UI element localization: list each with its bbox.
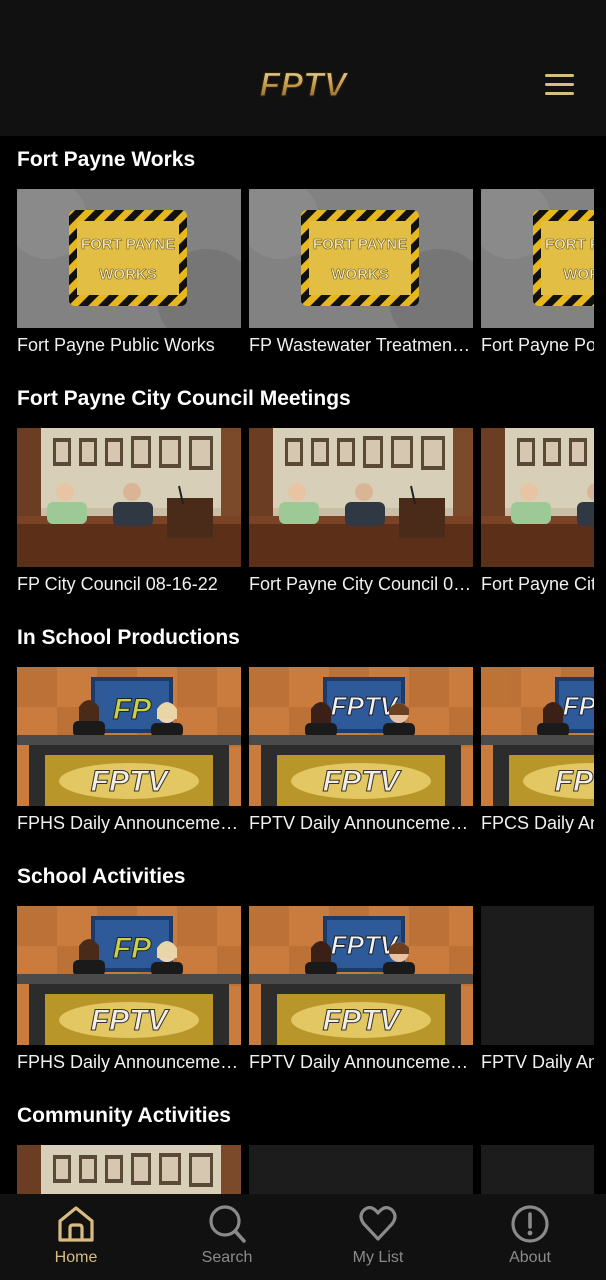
home-content[interactable]: Fort Payne Works FORT PAYNE WORKS Fort P… <box>0 136 606 1194</box>
svg-text:FPTV: FPTV <box>331 691 400 721</box>
video-card[interactable]: FPTV FPTV FPTV Daily Announcements <box>249 667 473 847</box>
video-title: FPTV Daily Announcements <box>249 813 473 833</box>
section-title: Community Activities <box>17 1104 231 1127</box>
section-row: School Activities FP FPTV FPHS Daily Ann… <box>0 853 606 1092</box>
video-title: Fort Payne City Council 08-02-22 <box>249 574 473 594</box>
video-carousel[interactable] <box>17 1145 594 1194</box>
tab-home[interactable]: Home <box>16 1194 136 1280</box>
svg-text:FPTV: FPTV <box>323 1004 403 1037</box>
svg-text:WORKS: WORKS <box>99 266 157 283</box>
video-carousel[interactable]: FP City Council 08-16-22 Fort Payne City… <box>17 428 594 608</box>
video-card[interactable]: FPTV FPTV FPTV Daily Announcements <box>249 906 473 1086</box>
video-card[interactable] <box>17 1145 241 1194</box>
video-thumbnail[interactable] <box>249 428 473 567</box>
video-card[interactable] <box>249 1145 473 1194</box>
svg-text:FPTV: FPTV <box>563 691 594 721</box>
video-title: FPTV Daily Announcements <box>249 1052 473 1072</box>
tab-search[interactable]: Search <box>167 1194 287 1280</box>
video-thumbnail[interactable] <box>17 428 241 567</box>
video-card[interactable]: FP City Council 08-16-22 <box>17 428 241 608</box>
video-title: FPCS Daily Announcements <box>481 813 594 833</box>
video-title: FPHS Daily Announcements <box>17 1052 241 1072</box>
info-icon <box>510 1204 550 1244</box>
video-card[interactable]: FORT PAYNE WORKS FP Wastewater Treatment… <box>249 189 473 369</box>
svg-text:FP: FP <box>113 693 152 726</box>
video-thumbnail[interactable]: FPTV FPTV <box>481 667 594 806</box>
video-card[interactable]: FORT PAYNE WORKS Fort Payne Police Depar… <box>481 189 594 369</box>
video-thumbnail[interactable]: FPTV FPTV <box>249 906 473 1045</box>
video-carousel[interactable]: FORT PAYNE WORKS Fort Payne Public Works… <box>17 189 594 369</box>
video-card[interactable]: FPTV FPTV FPCS Daily Announcements <box>481 667 594 847</box>
logo-text: FPTV <box>260 66 348 104</box>
app-header: FPTV <box>0 0 606 136</box>
search-icon <box>207 1204 247 1244</box>
video-carousel[interactable]: FP FPTV FPHS Daily Announcements FPTV FP… <box>17 667 594 847</box>
video-card[interactable] <box>481 1145 594 1194</box>
video-thumbnail[interactable] <box>481 428 594 567</box>
video-thumbnail[interactable] <box>481 906 594 1045</box>
svg-text:FPTV: FPTV <box>91 765 171 798</box>
video-thumbnail[interactable]: FORT PAYNE WORKS <box>481 189 594 328</box>
video-title: Fort Payne City Council <box>481 574 594 594</box>
svg-text:FP: FP <box>113 932 152 965</box>
video-card[interactable]: FP FPTV FPHS Daily Announcements <box>17 906 241 1086</box>
tab-about[interactable]: About <box>470 1194 590 1280</box>
heart-icon <box>358 1204 398 1244</box>
section-title: Fort Payne Works <box>17 148 196 171</box>
home-icon <box>56 1204 96 1244</box>
svg-text:WORKS: WORKS <box>563 266 594 283</box>
video-thumbnail[interactable] <box>17 1145 241 1194</box>
video-title: FP Wastewater Treatment Plant <box>249 335 473 355</box>
tab-about-label: About <box>509 1249 551 1266</box>
svg-text:FPTV: FPTV <box>331 930 400 960</box>
tab-my-list[interactable]: My List <box>318 1194 438 1280</box>
video-title: FP City Council 08-16-22 <box>17 574 218 594</box>
tab-search-label: Search <box>201 1249 253 1266</box>
svg-text:FPTV: FPTV <box>91 1004 171 1037</box>
section-title: Fort Payne City Council Meetings <box>17 387 351 410</box>
tab-home-label: Home <box>54 1249 98 1266</box>
svg-text:WORKS: WORKS <box>331 266 389 283</box>
svg-text:FORT PAYNE: FORT PAYNE <box>313 236 407 253</box>
svg-text:FPTV: FPTV <box>555 765 594 798</box>
tab-my-list-label: My List <box>352 1249 404 1266</box>
video-title: FPTV Daily Announcements <box>481 1052 594 1072</box>
video-thumbnail[interactable] <box>481 1145 594 1194</box>
video-card[interactable]: Fort Payne City Council 08-02-22 <box>249 428 473 608</box>
video-thumbnail[interactable]: FORT PAYNE WORKS <box>249 189 473 328</box>
section-row: Community Activities <box>0 1092 606 1194</box>
video-card[interactable]: FORT PAYNE WORKS Fort Payne Public Works <box>17 189 241 369</box>
video-title: Fort Payne Police Department <box>481 335 594 355</box>
video-carousel[interactable]: FP FPTV FPHS Daily Announcements FPTV FP… <box>17 906 594 1086</box>
svg-text:FORT PAYNE: FORT PAYNE <box>545 236 594 253</box>
video-thumbnail[interactable]: FP FPTV <box>17 667 241 806</box>
section-title: In School Productions <box>17 626 240 649</box>
video-thumbnail[interactable]: FORT PAYNE WORKS <box>17 189 241 328</box>
bottom-tab-bar: Home Search My List About <box>0 1194 606 1280</box>
section-row: Fort Payne City Council Meetings FP City… <box>0 375 606 614</box>
video-card[interactable]: FP FPTV FPHS Daily Announcements <box>17 667 241 847</box>
video-thumbnail[interactable]: FPTV FPTV <box>249 667 473 806</box>
fptv-logo[interactable]: FPTV <box>258 58 350 110</box>
svg-text:FPTV: FPTV <box>323 765 403 798</box>
svg-text:FORT PAYNE: FORT PAYNE <box>81 236 175 253</box>
video-title: Fort Payne Public Works <box>17 335 215 355</box>
video-card[interactable]: FPTV Daily Announcements <box>481 906 594 1086</box>
video-card[interactable]: Fort Payne City Council <box>481 428 594 608</box>
video-thumbnail[interactable] <box>249 1145 473 1194</box>
section-row: Fort Payne Works FORT PAYNE WORKS Fort P… <box>0 136 606 375</box>
menu-icon[interactable] <box>538 68 580 102</box>
video-thumbnail[interactable]: FP FPTV <box>17 906 241 1045</box>
section-title: School Activities <box>17 865 186 888</box>
video-title: FPHS Daily Announcements <box>17 813 241 833</box>
section-row: In School Productions FP FPTV FPHS Daily… <box>0 614 606 853</box>
